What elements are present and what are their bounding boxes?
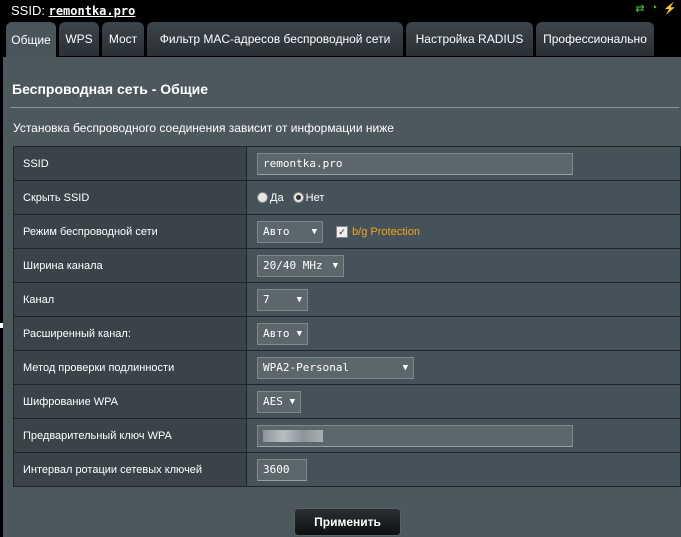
table-row: Ширина канала 20/40 MHz ▼ bbox=[13, 248, 681, 283]
table-row: Канал 7 ▼ bbox=[13, 282, 681, 317]
wpa-encryption-select[interactable]: AES ▼ bbox=[257, 390, 301, 413]
wpa-key-label: Предварительный ключ WPA bbox=[13, 418, 247, 453]
table-row: Расширенный канал: Авто ▼ bbox=[13, 316, 681, 351]
chevron-down-icon: ▼ bbox=[296, 328, 302, 339]
tab-wps[interactable]: WPS bbox=[59, 22, 99, 56]
panel-title: Беспроводная сеть - Общие bbox=[12, 81, 209, 97]
network-status-icon[interactable]: ⇄ bbox=[635, 2, 644, 15]
side-marker bbox=[0, 323, 3, 328]
ext-channel-value: Авто bbox=[263, 327, 290, 340]
bandwidth-label: Ширина канала bbox=[13, 248, 247, 283]
wpa-key-input[interactable] bbox=[257, 424, 573, 447]
wireless-mode-select[interactable]: Авто ▼ bbox=[257, 220, 323, 243]
wpa-encryption-label: Шифрование WPA bbox=[13, 384, 247, 419]
header-ssid-value[interactable]: remontka.pro bbox=[49, 4, 136, 18]
header-ssid-label: SSID: bbox=[11, 3, 45, 18]
header-ssid: SSID: remontka.pro bbox=[11, 3, 135, 18]
tab-radius[interactable]: Настройка RADIUS bbox=[406, 22, 533, 56]
tab-bridge[interactable]: Мост bbox=[102, 22, 144, 56]
auth-method-value: WPA2-Personal bbox=[263, 361, 350, 374]
usb-status-icon[interactable]: ⚡ bbox=[663, 2, 677, 15]
hide-ssid-yes-radio[interactable] bbox=[257, 192, 268, 204]
hide-ssid-yes-label[interactable]: Да bbox=[270, 192, 284, 204]
tab-mac-filter[interactable]: Фильтр MAC-адресов беспроводной сети bbox=[147, 22, 403, 56]
chevron-down-icon: ▼ bbox=[311, 226, 317, 237]
table-row: Предварительный ключ WPA bbox=[13, 418, 681, 453]
tab-general[interactable]: Общие bbox=[6, 22, 56, 58]
chevron-down-icon: ▼ bbox=[332, 260, 338, 271]
apply-button[interactable]: Применить bbox=[294, 508, 401, 536]
top-bar: SSID: remontka.pro ⇄ ◔ ⚡ bbox=[0, 0, 681, 22]
ssid-input[interactable]: remontka.pro bbox=[257, 152, 573, 175]
ssid-label: SSID bbox=[13, 146, 247, 181]
key-interval-label: Интервал ротации сетевых ключей bbox=[13, 452, 247, 487]
wpa-encryption-value: AES bbox=[263, 395, 283, 408]
masked-key bbox=[263, 429, 323, 442]
hide-ssid-no-label[interactable]: Нет bbox=[306, 192, 325, 204]
table-row: Шифрование WPA AES ▼ bbox=[13, 384, 681, 419]
auth-method-label: Метод проверки подлинности bbox=[13, 350, 247, 385]
bg-protection-label[interactable]: b/g Protection bbox=[352, 226, 420, 238]
hide-ssid-label: Скрыть SSID bbox=[13, 180, 247, 215]
chevron-down-icon: ▼ bbox=[296, 294, 302, 305]
panel-description: Установка беспроводного соединения завис… bbox=[13, 121, 394, 135]
wireless-mode-value: Авто bbox=[263, 225, 290, 238]
channel-label: Канал bbox=[13, 282, 247, 317]
table-row: Интервал ротации сетевых ключей 3600 bbox=[13, 452, 681, 487]
settings-panel: Беспроводная сеть - Общие Установка бесп… bbox=[3, 57, 681, 537]
channel-value: 7 bbox=[263, 293, 270, 306]
table-row: Метод проверки подлинности WPA2-Personal… bbox=[13, 350, 681, 385]
table-row: Скрыть SSID Да Нет bbox=[13, 180, 681, 215]
settings-table: SSID remontka.pro Скрыть SSID Да Нет Реж… bbox=[13, 146, 681, 487]
bandwidth-value: 20/40 MHz bbox=[263, 259, 323, 272]
chevron-down-icon: ▼ bbox=[289, 396, 295, 407]
divider bbox=[10, 107, 679, 108]
wireless-mode-label: Режим беспроводной сети bbox=[13, 214, 247, 249]
tab-professional[interactable]: Профессионально bbox=[536, 22, 654, 56]
key-interval-input[interactable]: 3600 bbox=[257, 458, 307, 481]
ext-channel-label: Расширенный канал: bbox=[13, 316, 247, 351]
table-row: Режим беспроводной сети Авто ▼ ✓ b/g Prote… bbox=[13, 214, 681, 249]
auth-method-select[interactable]: WPA2-Personal ▼ bbox=[257, 356, 414, 379]
bg-protection-checkbox[interactable]: ✓ bbox=[336, 225, 349, 238]
wifi-status-icon[interactable]: ◔ bbox=[651, 2, 658, 15]
table-row: SSID remontka.pro bbox=[13, 146, 681, 181]
bandwidth-select[interactable]: 20/40 MHz ▼ bbox=[257, 254, 344, 277]
chevron-down-icon: ▼ bbox=[402, 362, 408, 373]
channel-select[interactable]: 7 ▼ bbox=[257, 288, 308, 311]
ext-channel-select[interactable]: Авто ▼ bbox=[257, 322, 308, 345]
hide-ssid-no-radio[interactable] bbox=[292, 192, 304, 204]
